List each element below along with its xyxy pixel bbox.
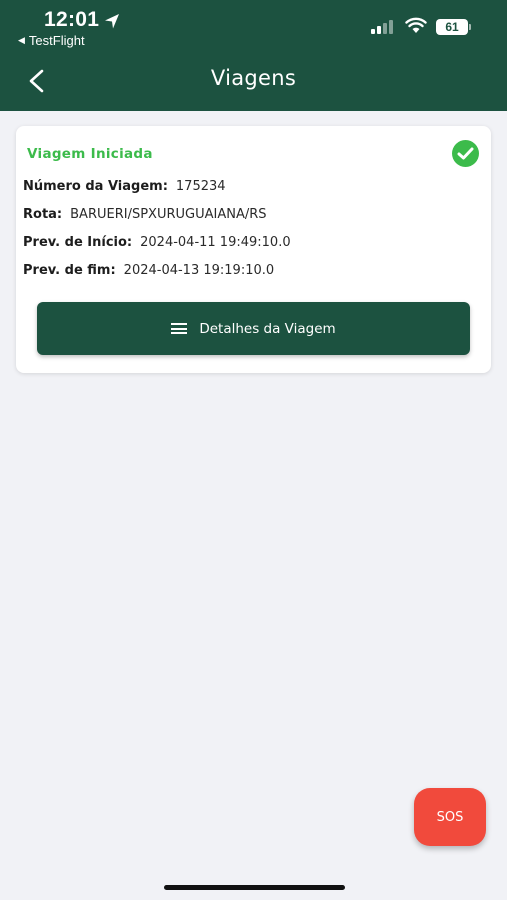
route-label: Rota: [23, 207, 63, 222]
back-triangle-icon: ◀ [18, 35, 25, 45]
start-forecast-label: Prev. de Início: [23, 235, 133, 250]
trip-number-row: Número da Viagem: 175234 [23, 179, 226, 194]
route-row: Rota: BARUERI/SPXURUGUAIANA/RS [23, 207, 267, 222]
trip-card: Viagem Iniciada Número da Viagem: 175234 … [16, 126, 491, 373]
trip-number-label: Número da Viagem: [23, 179, 168, 194]
menu-lines-icon [171, 323, 188, 334]
trip-details-label: Detalhes da Viagem [199, 320, 336, 337]
page-title: Viagens [210, 66, 297, 90]
battery-tip [469, 24, 471, 30]
app-header: 12:01 ◀ TestFlight 61 Viagens [0, 0, 507, 111]
status-time: 12:01 [44, 8, 100, 31]
wifi-icon [405, 17, 427, 33]
trip-status-label: Viagem Iniciada [27, 146, 153, 162]
home-indicator[interactable] [164, 885, 345, 890]
check-circle-icon [452, 140, 479, 167]
route-value: BARUERI/SPXURUGUAIANA/RS [70, 207, 267, 222]
cellular-signal-icon [371, 20, 393, 34]
trip-details-button[interactable]: Detalhes da Viagem [37, 302, 470, 355]
start-forecast-value: 2024-04-11 19:49:10.0 [140, 235, 291, 250]
start-forecast-row: Prev. de Início: 2024-04-11 19:49:10.0 [23, 235, 291, 250]
end-forecast-label: Prev. de fim: [23, 263, 116, 278]
location-arrow-icon [105, 14, 119, 29]
battery-indicator: 61 [436, 19, 468, 35]
sos-button[interactable]: SOS [414, 788, 486, 846]
back-to-app-link[interactable]: ◀ TestFlight [18, 33, 85, 48]
end-forecast-row: Prev. de fim: 2024-04-13 19:19:10.0 [23, 263, 274, 278]
back-app-label: TestFlight [28, 33, 85, 48]
end-forecast-value: 2024-04-13 19:19:10.0 [123, 263, 275, 278]
trip-number-value: 175234 [175, 179, 226, 194]
